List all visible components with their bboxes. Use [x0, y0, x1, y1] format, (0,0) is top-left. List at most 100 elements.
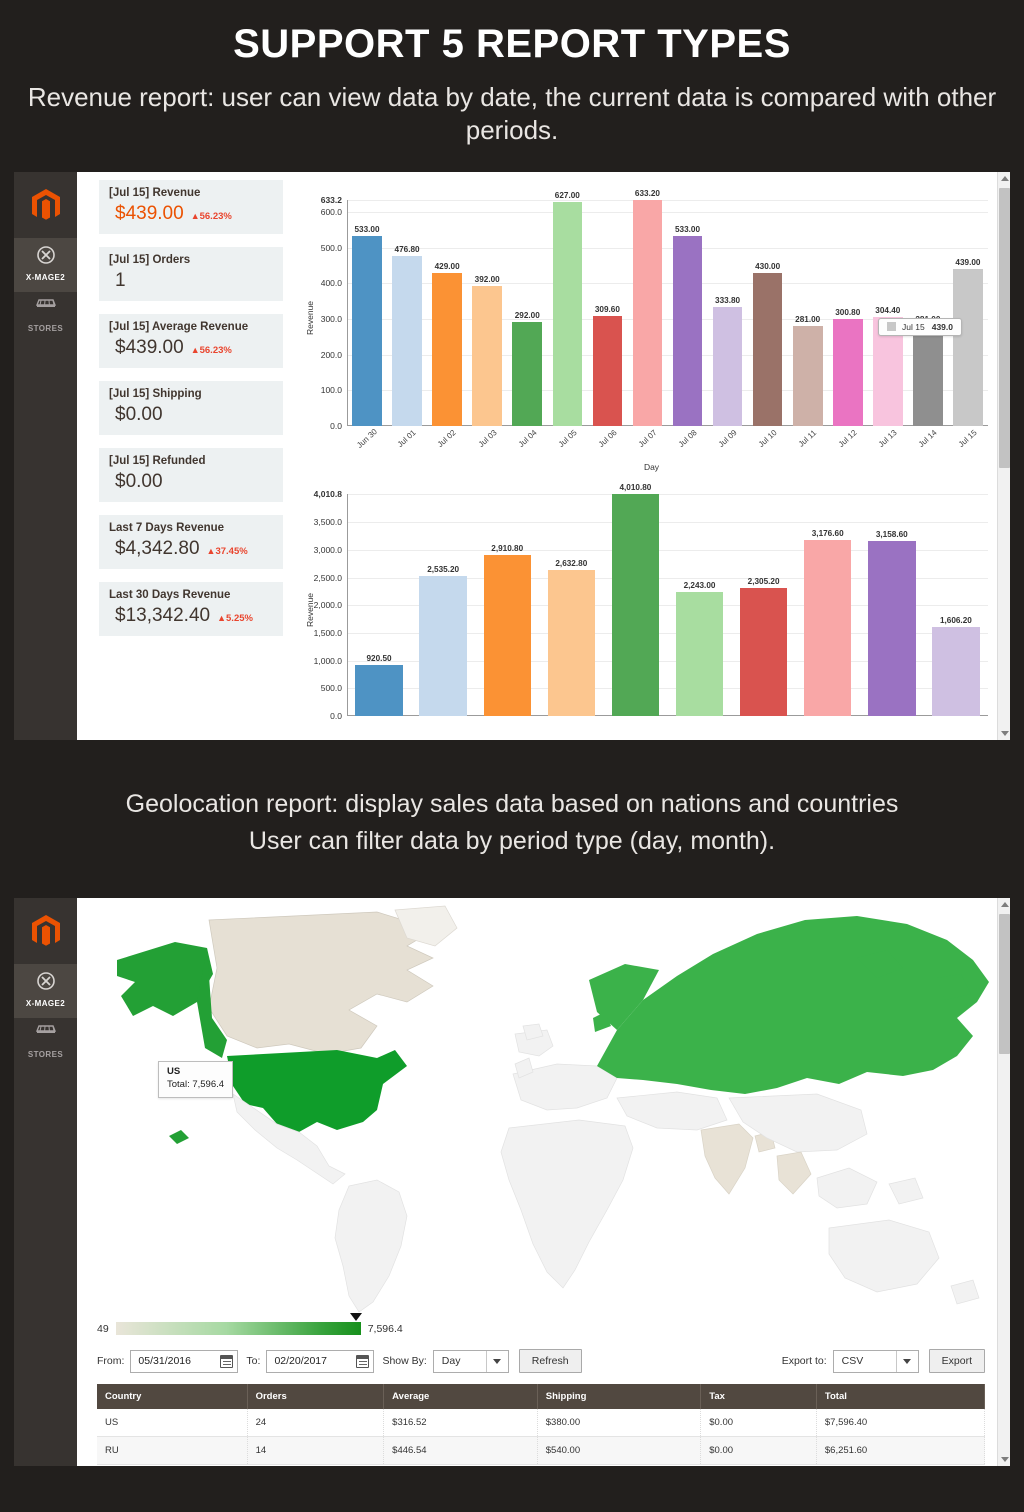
scroll-up-arrow-icon[interactable] [1001, 176, 1009, 181]
bar[interactable]: 533.00 [352, 225, 382, 426]
geo-caption-line2: User can filter data by period type (day… [248, 826, 776, 855]
bar[interactable]: 309.60 [592, 305, 623, 426]
scroll-down-arrow-icon[interactable] [1001, 1457, 1009, 1462]
x-axis-tick: Jul 11 [796, 428, 819, 449]
sidebar-item-x-mage2[interactable]: X-MAGE2 [14, 238, 77, 292]
from-label: From: [97, 1355, 125, 1367]
calendar-icon[interactable] [356, 1354, 370, 1368]
bar[interactable]: 292.00 [512, 311, 543, 426]
tooltip-swatch-icon [887, 322, 897, 332]
world-map[interactable]: US Total: 7,596.4 [77, 898, 997, 1316]
calendar-icon[interactable] [220, 1354, 234, 1368]
bar-slot: 627.00 [547, 191, 587, 426]
bar[interactable]: 281.00 [913, 315, 943, 426]
bar[interactable]: 2,535.20 [419, 565, 467, 716]
sidebar-item-stores[interactable]: STORES [14, 292, 77, 343]
kpi-delta: ▲56.23% [190, 345, 232, 356]
kpi-value-row: $439.00 ▲56.23% [109, 337, 273, 359]
x-axis-tick: Jul 07 [636, 428, 659, 449]
x-axis-labels [347, 716, 988, 724]
table-column-header[interactable]: Shipping [537, 1384, 702, 1409]
bar-slot: 439.00 [948, 200, 988, 426]
table-column-header[interactable]: Country [97, 1384, 248, 1409]
bar-value-label: 533.00 [354, 224, 380, 234]
sidebar-item-label: X-MAGE2 [25, 999, 66, 1008]
scrollbar-thumb[interactable] [999, 188, 1010, 468]
x-axis-tick: Jul 12 [836, 428, 859, 449]
scrollbar-thumb[interactable] [999, 914, 1010, 1054]
bar[interactable]: 300.80 [832, 308, 863, 426]
y-axis-tick: 600.0 [320, 206, 342, 217]
bar-slot: 3,176.60 [796, 494, 860, 716]
table-row[interactable]: US 24 $316.52 $380.00 $0.00 $7,596.40 [97, 1409, 986, 1437]
refresh-button[interactable]: Refresh [518, 1349, 582, 1373]
bar[interactable]: 2,305.20 [739, 577, 788, 716]
legend-min-value: 49 [97, 1322, 109, 1335]
y-axis-title: Revenue [305, 300, 315, 335]
x-axis-tick: Jul 01 [396, 428, 419, 449]
magento-logo-glyph [31, 914, 60, 946]
bar-value-label: 292.00 [514, 310, 540, 320]
export-button[interactable]: Export [928, 1349, 985, 1373]
bar[interactable]: 333.80 [712, 296, 743, 426]
from-date-input[interactable]: 05/31/2016 [130, 1349, 239, 1373]
scroll-down-arrow-icon[interactable] [1001, 731, 1009, 736]
bar[interactable]: 1,606.20 [932, 616, 980, 716]
bar[interactable]: 439.00 [953, 258, 983, 426]
bar[interactable]: 3,176.60 [803, 529, 852, 716]
table-row[interactable]: RU 14 $446.54 $540.00 $0.00 $6,251.60 [97, 1436, 986, 1465]
y-axis-tick: 300.0 [320, 313, 342, 324]
bar[interactable]: 633.20 [632, 189, 663, 426]
export-format-select[interactable]: CSV [832, 1349, 919, 1373]
sidebar-item-stores[interactable]: STORES [14, 1018, 77, 1069]
bar[interactable]: 2,910.80 [483, 544, 531, 716]
bar-value-label: 4,010.80 [619, 483, 652, 492]
export-to-label: Export to: [781, 1355, 827, 1367]
bar-slot: 2,243.00 [667, 494, 731, 716]
bar[interactable]: 429.00 [432, 262, 462, 426]
magento-logo-icon[interactable] [14, 172, 77, 238]
x-mage2-icon [36, 972, 55, 990]
geolocation-report-screenshot: X-MAGE2 STORES US Total: 7,596.4 49 7,59… [14, 898, 1010, 1466]
x-axis-tick: Jul 13 [876, 428, 899, 449]
y-axis-tick: 1,000.0 [313, 655, 342, 666]
bar[interactable]: 3,158.60 [868, 530, 916, 716]
scroll-up-arrow-icon[interactable] [1001, 902, 1009, 907]
kpi-card-last-7-days-revenue: Last 7 Days Revenue $4,342.80 ▲37.45% [99, 515, 283, 569]
kpi-title: [Jul 15] Average Revenue [109, 321, 249, 333]
bar-slot: 2,305.20 [732, 494, 796, 716]
y-axis-tick: 3,500.0 [313, 517, 342, 528]
bar[interactable]: 281.00 [792, 315, 823, 426]
geo-caption-line1: Geolocation report: display sales data b… [125, 790, 899, 818]
sidebar-item-x-mage2[interactable]: X-MAGE2 [14, 964, 77, 1018]
bar[interactable]: 920.50 [355, 654, 403, 716]
geo-vertical-scrollbar[interactable] [997, 898, 1010, 1466]
bar[interactable]: 627.00 [552, 191, 583, 426]
table-column-header[interactable]: Tax [700, 1384, 817, 1409]
table-column-header[interactable]: Total [816, 1384, 986, 1409]
chevron-down-icon[interactable] [485, 1350, 508, 1372]
table-column-header[interactable]: Orders [247, 1384, 385, 1409]
bar[interactable]: 2,243.00 [675, 581, 724, 716]
bar[interactable]: 2,632.80 [547, 559, 596, 716]
chevron-down-icon[interactable] [895, 1350, 918, 1372]
bar-slot: 533.00 [347, 200, 387, 426]
bar[interactable]: 4,010.80 [611, 483, 660, 716]
x-axis-tick [475, 716, 539, 724]
plot-area: 0.0 100.0 200.0 300.0 400.0 500.0 600.0 633.2 53… [321, 189, 988, 431]
bar[interactable]: 392.00 [472, 275, 503, 426]
show-by-select[interactable]: Day [432, 1349, 509, 1373]
charts-area: 0.0 100.0 200.0 300.0 400.0 500.0 600.0 633.2 53… [293, 172, 1010, 740]
bar[interactable]: 430.00 [752, 262, 783, 426]
table-column-header[interactable]: Average [383, 1384, 538, 1409]
x-axis-title: Day [643, 462, 660, 472]
bar[interactable]: 533.00 [672, 225, 703, 426]
magento-logo-icon[interactable] [14, 898, 77, 964]
charts-vertical-scrollbar[interactable] [997, 172, 1010, 740]
kpi-value: $439.00 [115, 337, 184, 358]
bar-value-label: 304.40 [875, 306, 901, 316]
bar[interactable]: 476.80 [392, 245, 422, 426]
to-date-input[interactable]: 02/20/2017 [266, 1349, 375, 1373]
x-axis-tick [411, 716, 475, 724]
bar-slot: 3,158.60 [860, 494, 924, 716]
